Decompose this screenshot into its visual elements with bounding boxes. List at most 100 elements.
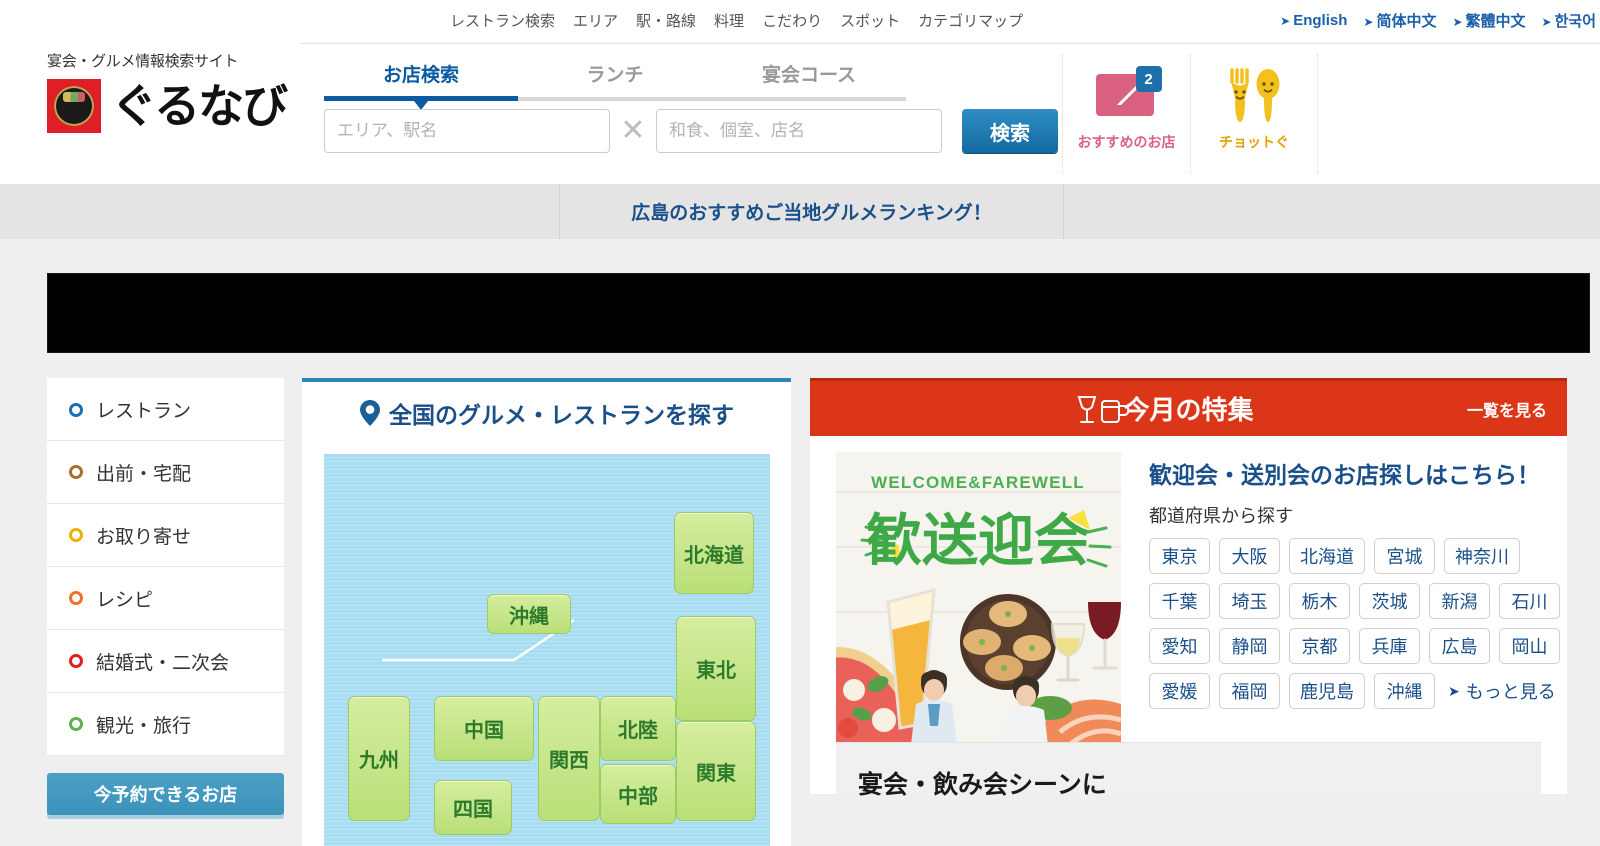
prefecture-button-saitama[interactable]: 埼玉 (1219, 583, 1280, 619)
sidebar-item-label: 結婚式・二次会 (96, 652, 230, 674)
search-area-input[interactable] (324, 109, 610, 153)
nav-item-area[interactable]: エリア (573, 10, 618, 31)
feature-panel-body: WELCOME&FAREWELL 歓送迎会 歓迎会・送別会のお店探しはこちら！ … (810, 436, 1567, 799)
monthly-feature-panel: 今月の特集 一覧を見る WELCOME&FAREWELL 歓送迎会 歓迎会・送別… (810, 378, 1567, 799)
nav-item-cuisine[interactable]: 料理 (714, 10, 744, 31)
nav-item-category-map[interactable]: カテゴリマップ (918, 10, 1023, 31)
map-region-chubu[interactable]: 中部 (600, 764, 676, 824)
chevron-right-icon: ➤ (1363, 15, 1374, 29)
prefecture-button-aichi[interactable]: 愛知 (1149, 628, 1210, 664)
feature-panel-header: 今月の特集 一覧を見る (810, 378, 1567, 436)
lang-link-traditional-chinese[interactable]: ➤ 繁體中文 (1452, 10, 1525, 31)
lang-link-korean[interactable]: ➤ 한국어 (1542, 10, 1596, 31)
top-advertisement-banner[interactable] (47, 273, 1590, 353)
promo-ribbon-cell: 広島のおすすめご当地グルメランキング！ (559, 184, 1064, 239)
sidebar-item-mail-order[interactable]: お取り寄せ (47, 504, 284, 567)
ring-bullet-icon (69, 654, 83, 668)
tab-underline (518, 97, 712, 101)
mail-icon: 2 (1092, 66, 1162, 124)
prefecture-button-ehime[interactable]: 愛媛 (1149, 673, 1210, 709)
main-content: レストラン 出前・宅配 お取り寄せ レシピ 結婚式・二次会 観光・旅行 今予約で… (0, 378, 1600, 846)
nav-item-station[interactable]: 駅・路線 (636, 10, 696, 31)
sidebar-item-recipe[interactable]: レシピ (47, 567, 284, 630)
map-region-chugoku[interactable]: 中国 (434, 696, 534, 761)
banquet-section[interactable]: 宴会・飲み会シーンに (836, 742, 1541, 799)
prefecture-button-grid: 東京 大阪 北海道 宮城 神奈川 千葉 埼玉 栃木 茨城 新潟 石川 愛知 静岡… (1149, 538, 1564, 709)
spoon-icon (1256, 69, 1280, 122)
lang-link-simplified-chinese[interactable]: ➤ 简体中文 (1363, 10, 1436, 31)
prefecture-button-okinawa[interactable]: 沖縄 (1374, 673, 1435, 709)
map-region-kanto[interactable]: 関東 (676, 721, 756, 821)
map-region-kansai[interactable]: 関西 (538, 696, 600, 821)
search-keyword-input[interactable] (656, 109, 942, 153)
prefecture-button-miyagi[interactable]: 宮城 (1374, 538, 1435, 574)
sidebar-item-travel[interactable]: 観光・旅行 (47, 693, 284, 756)
search-button[interactable]: 検索 (962, 109, 1058, 153)
site-header: 宴会・グルメ情報検索サイト ぐるなび お店検索 ランチ 宴会コース エリア、駅名… (0, 44, 1600, 184)
banner-heading-text: 歓送迎会 (866, 509, 1090, 572)
prefecture-button-chiba[interactable]: 千葉 (1149, 583, 1210, 619)
prefecture-button-kanagawa[interactable]: 神奈川 (1444, 538, 1520, 574)
prefecture-button-ishikawa[interactable]: 石川 (1499, 583, 1560, 619)
prefecture-button-okayama[interactable]: 岡山 (1499, 628, 1560, 664)
region-label: 四国 (453, 799, 493, 821)
ring-bullet-icon (69, 528, 83, 542)
prefecture-button-fukuoka[interactable]: 福岡 (1219, 673, 1280, 709)
gyoza-plate-illustration (960, 594, 1056, 690)
chottogu-button[interactable]: チョットぐ (1190, 54, 1318, 174)
map-pin-icon (360, 400, 380, 426)
fork-icon (1230, 68, 1249, 122)
ring-bullet-icon (69, 717, 83, 731)
lang-link-english[interactable]: ➤ English (1280, 12, 1347, 29)
nav-item-spot[interactable]: スポット (840, 10, 900, 31)
prefecture-button-ibaraki[interactable]: 茨城 (1359, 583, 1420, 619)
map-region-tohoku[interactable]: 東北 (676, 616, 756, 721)
global-nav: レストラン検索 エリア 駅・路線 料理 こだわり スポット カテゴリマップ (450, 10, 1023, 31)
region-label: 九州 (359, 750, 399, 772)
region-label: 関東 (696, 762, 736, 785)
prefecture-button-shizuoka[interactable]: 静岡 (1219, 628, 1280, 664)
logo-block[interactable]: 宴会・グルメ情報検索サイト ぐるなび (47, 50, 288, 133)
gurunavi-logo-icon (47, 79, 101, 133)
nav-item-features[interactable]: こだわり (762, 10, 822, 31)
reserve-now-button[interactable]: 今予約できるお店 (47, 773, 284, 815)
ring-bullet-icon (69, 465, 83, 479)
map-region-hokuriku[interactable]: 北陸 (600, 696, 676, 761)
map-region-hokkaido[interactable]: 北海道 (674, 512, 754, 594)
prefecture-button-tochigi[interactable]: 栃木 (1289, 583, 1350, 619)
map-region-shikoku[interactable]: 四国 (434, 780, 512, 835)
sidebar-item-label: お取り寄せ (96, 526, 192, 548)
nav-item-restaurant-search[interactable]: レストラン検索 (450, 10, 555, 31)
promo-ribbon-link[interactable]: 広島のおすすめご当地グルメランキング！ (631, 198, 991, 225)
map-region-kyushu[interactable]: 九州 (348, 696, 410, 821)
tab-shop-search[interactable]: お店検索 (324, 60, 518, 110)
welcome-farewell-banner-image[interactable]: WELCOME&FAREWELL 歓送迎会 (836, 452, 1121, 750)
prefecture-button-kagoshima[interactable]: 鹿児島 (1289, 673, 1365, 709)
search-tabs: お店検索 ランチ 宴会コース (324, 60, 906, 110)
feature-headline: 歓迎会・送別会のお店探しはこちら！ (1149, 462, 1540, 488)
sidebar-item-wedding[interactable]: 結婚式・二次会 (47, 630, 284, 693)
feature-subhead: 都道府県から探す (1149, 506, 1293, 526)
see-more-prefectures-link[interactable]: ➤ もっと見る (1448, 673, 1556, 709)
prefecture-button-tokyo[interactable]: 東京 (1149, 538, 1210, 574)
see-all-link[interactable]: 一覧を見る (1467, 397, 1547, 421)
region-label: 中部 (618, 785, 658, 808)
category-sidebar: レストラン 出前・宅配 お取り寄せ レシピ 結婚式・二次会 観光・旅行 今予約で… (47, 378, 284, 815)
language-nav: ➤ English ➤ 简体中文 ➤ 繁體中文 ➤ 한국어 (1280, 10, 1596, 31)
prefecture-button-osaka[interactable]: 大阪 (1219, 538, 1280, 574)
tab-banquet-course[interactable]: 宴会コース (712, 60, 906, 101)
prefecture-button-niigata[interactable]: 新潟 (1429, 583, 1490, 619)
region-label: 東北 (696, 660, 736, 682)
prefecture-button-hokkaido[interactable]: 北海道 (1289, 538, 1365, 574)
sidebar-item-restaurant[interactable]: レストラン (47, 378, 284, 441)
sidebar-item-label: レシピ (96, 589, 154, 611)
recommended-shops-button[interactable]: 2 おすすめのお店 (1062, 54, 1190, 174)
prefecture-button-hyogo[interactable]: 兵庫 (1359, 628, 1420, 664)
prefecture-button-hiroshima[interactable]: 広島 (1429, 628, 1490, 664)
map-region-okinawa[interactable]: 沖縄 (487, 594, 571, 634)
sidebar-item-delivery[interactable]: 出前・宅配 (47, 441, 284, 504)
tab-lunch[interactable]: ランチ (518, 60, 712, 101)
prefecture-button-kyoto[interactable]: 京都 (1289, 628, 1350, 664)
tab-label: 宴会コース (761, 65, 857, 86)
region-label: 北陸 (618, 720, 658, 742)
